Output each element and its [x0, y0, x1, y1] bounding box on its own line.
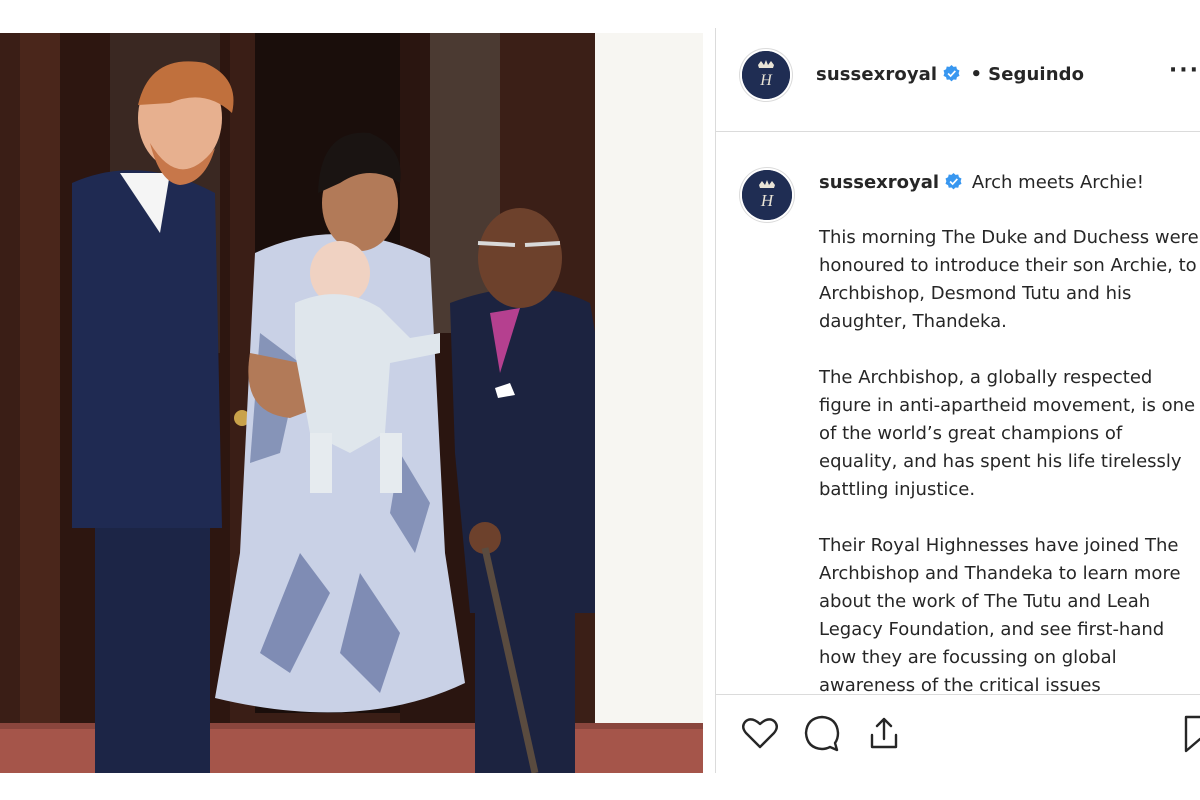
header-username[interactable]: sussexroyal — [816, 64, 937, 85]
post-photo[interactable] — [0, 33, 703, 773]
comment-icon[interactable] — [802, 713, 842, 753]
caption-avatar-monogram: H — [760, 191, 775, 210]
share-icon[interactable] — [864, 713, 904, 753]
verified-badge-icon — [945, 173, 962, 190]
verified-badge-icon — [943, 65, 960, 82]
post-header: H sussexroyal • Seguindo ··· — [716, 28, 1200, 132]
caption-head: sussexroyal Arch meets Archie! — [819, 172, 1144, 193]
action-bar — [716, 694, 1200, 774]
caption-paragraph: Their Royal Highnesses have joined The A… — [819, 535, 1181, 694]
caption-avatar[interactable]: H — [742, 170, 792, 220]
likes-row-clipped — [716, 765, 1200, 775]
header-user-line: sussexroyal • Seguindo — [816, 64, 1084, 85]
following-button[interactable]: Seguindo — [988, 64, 1084, 85]
avatar-monogram: H — [759, 72, 773, 89]
caption-headline: Arch meets Archie! — [971, 172, 1144, 193]
caption-section: H sussexroyal Arch meets Archie! This mo… — [716, 132, 1200, 694]
caption-body: This morning The Duke and Duchess were h… — [819, 224, 1199, 694]
caption-username[interactable]: sussexroyal — [819, 172, 939, 193]
more-options-icon[interactable]: ··· — [1169, 58, 1200, 83]
caption-paragraph: This morning The Duke and Duchess were h… — [819, 227, 1199, 332]
avatar[interactable]: H — [742, 51, 790, 99]
caption-paragraph: The Archbishop, a globally respected fig… — [819, 367, 1196, 500]
separator-dot: • — [970, 64, 983, 85]
bookmark-icon[interactable] — [1180, 713, 1200, 753]
heart-icon[interactable] — [740, 713, 780, 753]
